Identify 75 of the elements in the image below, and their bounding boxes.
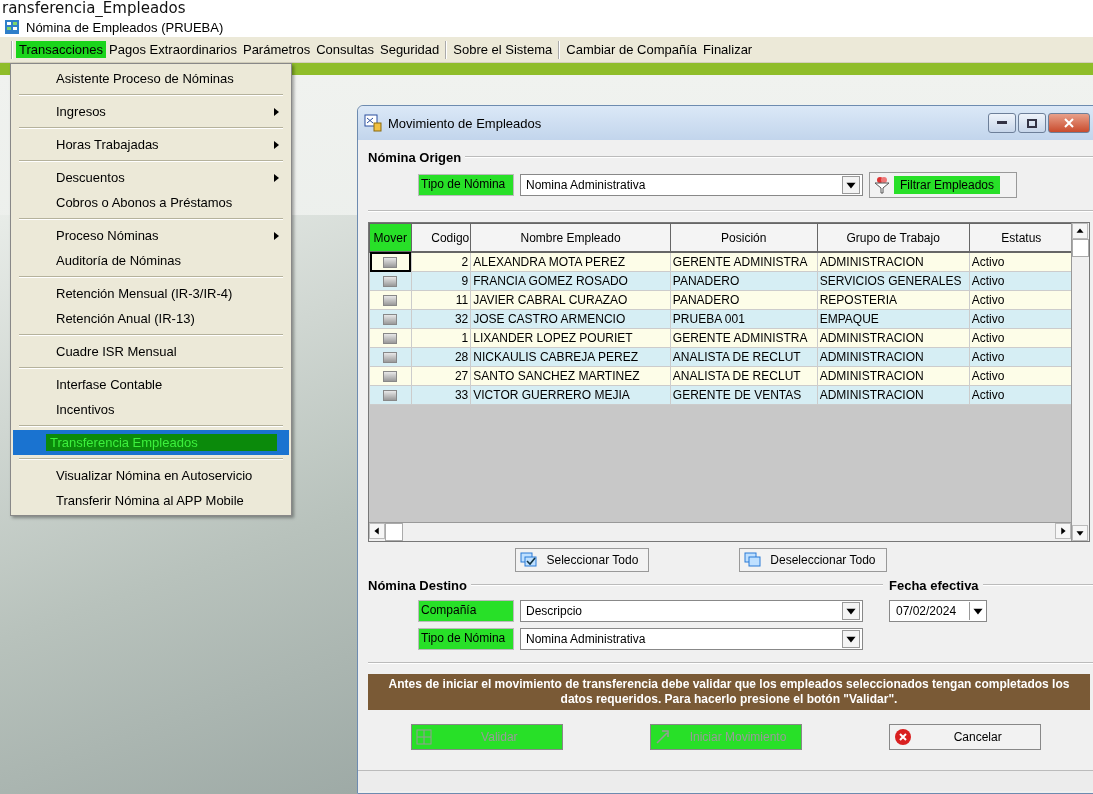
menu-item[interactable]: Retención Anual (IR-13): [11, 306, 291, 331]
checked-windows-icon: [520, 552, 539, 568]
cancel-icon: [893, 728, 912, 746]
row-checkbox[interactable]: [383, 276, 397, 288]
vertical-scrollbar[interactable]: [1071, 223, 1089, 541]
menu-bar-item[interactable]: Consultas: [313, 41, 377, 58]
section-heading: Nómina Destino: [368, 577, 467, 593]
menu-item[interactable]: Cobros o Abonos a Préstamos: [11, 190, 291, 215]
menu-bar-item[interactable]: Finalizar: [700, 41, 756, 58]
field-label: Compañía: [418, 600, 514, 622]
row-checkbox[interactable]: [383, 333, 397, 345]
dialog-title: Movimiento de Empleados: [388, 115, 542, 131]
minimize-button[interactable]: [988, 113, 1016, 133]
company-dropdown[interactable]: Descripcio: [520, 600, 863, 622]
deselect-all-button[interactable]: Deseleccionar Todo: [739, 548, 887, 572]
date-picker[interactable]: 07/02/2024: [889, 600, 987, 622]
close-icon: [1064, 118, 1074, 128]
menu-bar-item[interactable]: Pagos Extraordinarios: [106, 41, 240, 58]
menu-item[interactable]: Interfase Contable: [11, 372, 291, 397]
menu-bar-item[interactable]: Sobre el Sistema: [450, 41, 556, 58]
filter-employees-button[interactable]: Filtrar Empleados: [869, 172, 1017, 198]
menu-item[interactable]: Auditoría de Nóminas: [11, 248, 291, 273]
scroll-down-icon[interactable]: [1072, 525, 1088, 541]
payroll-type-dropdown[interactable]: Nomina Administrativa: [520, 628, 863, 650]
row-checkbox[interactable]: [383, 295, 397, 307]
field-label: Tipo de Nómina: [418, 174, 514, 196]
menu-bar-item[interactable]: Cambiar de Compañía: [563, 41, 701, 58]
row-checkbox[interactable]: [383, 314, 397, 326]
maximize-icon: [1027, 118, 1037, 128]
scroll-up-icon[interactable]: [1072, 223, 1088, 239]
arrow-icon: [655, 729, 671, 745]
scroll-thumb[interactable]: [385, 523, 403, 541]
menu-item[interactable]: Incentivos: [11, 397, 291, 422]
menu-item[interactable]: Proceso Nóminas: [11, 223, 291, 248]
menu-bar-item[interactable]: Parámetros: [239, 41, 314, 58]
menu-item[interactable]: Horas Trabajadas: [11, 132, 291, 157]
row-checkbox[interactable]: [383, 390, 397, 402]
close-button[interactable]: [1048, 113, 1090, 133]
scroll-left-icon[interactable]: [369, 523, 385, 539]
section-heading: Fecha efectiva: [889, 577, 979, 593]
horizontal-scrollbar[interactable]: [369, 522, 1071, 541]
section-heading: Nómina Origen: [368, 149, 462, 165]
column-header[interactable]: Nombre Empleado: [470, 223, 671, 252]
field-label: Tipo de Nómina: [418, 628, 514, 650]
row-checkbox[interactable]: [383, 371, 397, 383]
menu-item[interactable]: Ingresos: [11, 99, 291, 124]
menu-item[interactable]: Cuadre ISR Mensual: [11, 339, 291, 364]
page-heading: ransferencia_Empleados: [1, 0, 187, 17]
app-title: Nómina de Empleados (PRUEBA): [26, 19, 224, 35]
row-checkbox[interactable]: [383, 257, 397, 269]
select-all-button[interactable]: Seleccionar Todo: [515, 548, 650, 572]
maximize-button[interactable]: [1018, 113, 1046, 133]
funnel-icon: [874, 176, 890, 194]
menu-bar-item[interactable]: Transacciones: [16, 41, 107, 58]
window-icon: [364, 114, 382, 132]
notice-banner: Antes de iniciar el movimiento de transferencia debe validar que los empleados seleccionados tengan completados los datos requeridos. Para hacerlo presione el botón "Validar".: [368, 674, 1090, 710]
menu-item[interactable]: Transferir Nómina al APP Mobile: [11, 488, 291, 513]
windows-icon: [744, 552, 763, 568]
column-header[interactable]: Mover: [369, 223, 411, 252]
menu-item[interactable]: Visualizar Nómina en Autoservicio: [11, 463, 291, 488]
column-header[interactable]: Estatus: [969, 223, 1074, 252]
menu-item[interactable]: Asistente Proceso de Nóminas: [11, 66, 291, 91]
column-header[interactable]: Grupo de Trabajo: [817, 223, 970, 252]
scroll-thumb[interactable]: [1072, 239, 1089, 257]
grid-icon: [416, 729, 433, 745]
scroll-right-icon[interactable]: [1055, 523, 1071, 539]
minimize-icon: [997, 121, 1007, 125]
column-header[interactable]: Codigo: [411, 223, 471, 252]
menu-item[interactable]: Retención Mensual (IR-3/IR-4): [11, 281, 291, 306]
cancel-button[interactable]: Cancelar: [888, 724, 1041, 750]
menu-bar-item[interactable]: Seguridad: [377, 41, 443, 58]
menu-item[interactable]: Descuentos: [11, 165, 291, 190]
row-checkbox[interactable]: [383, 352, 397, 364]
column-header[interactable]: Posición: [670, 223, 818, 252]
payroll-type-dropdown[interactable]: Nomina Administrativa: [520, 174, 863, 196]
